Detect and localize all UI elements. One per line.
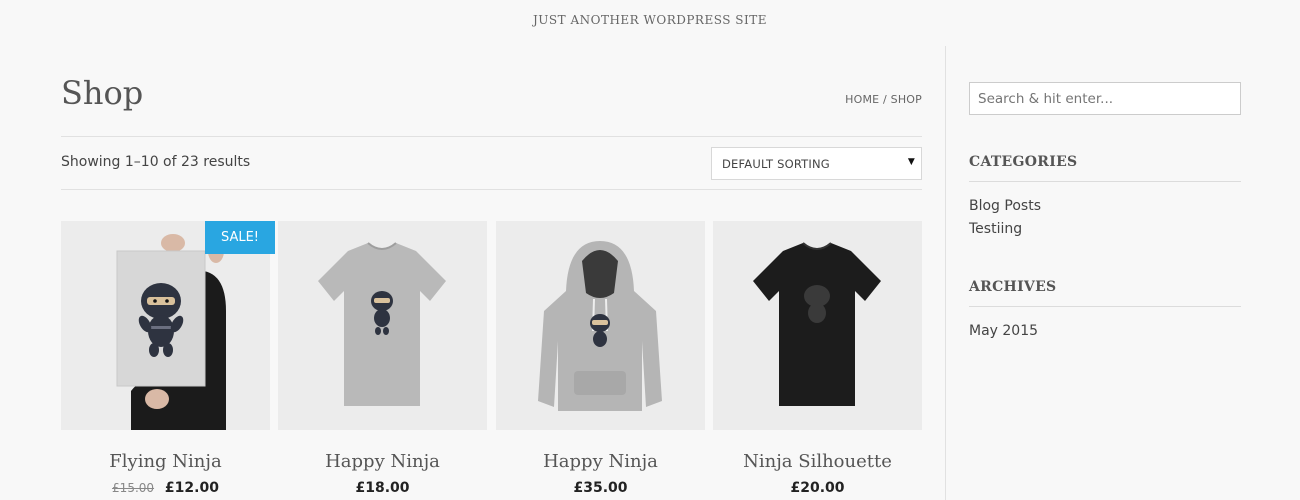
divider-bottom (61, 189, 922, 190)
product-title[interactable]: Happy Ninja (278, 451, 487, 472)
archives-title: ARCHIVES (969, 279, 1057, 295)
breadcrumb-separator: / (883, 93, 887, 106)
product-title[interactable]: Ninja Silhouette (713, 451, 922, 472)
categories-rule (969, 181, 1241, 182)
product-card[interactable]: Happy Ninja £18.00 (278, 221, 487, 496)
product-card[interactable]: SALE! Flying Ninja £15.00 £12.00 (61, 221, 275, 496)
product-sale-price: £12.00 (164, 480, 219, 496)
archive-link-may-2015[interactable]: May 2015 (969, 323, 1038, 339)
grey-tshirt-icon (278, 221, 487, 430)
sidebar: CATEGORIES Blog Posts Testiing ARCHIVES … (969, 0, 1241, 500)
grey-hoodie-icon (496, 221, 705, 430)
sale-badge: SALE! (205, 221, 275, 254)
product-price: £35.00 (573, 480, 628, 496)
main-content: Shop HOME / SHOP Showing 1–10 of 23 resu… (61, 0, 922, 500)
product-title[interactable]: Happy Ninja (496, 451, 705, 472)
sidebar-divider (945, 46, 946, 500)
category-link-testiing[interactable]: Testiing (969, 221, 1022, 237)
breadcrumb: HOME / SHOP (845, 93, 922, 106)
product-image-grey-tshirt[interactable] (278, 221, 487, 430)
product-image-grey-hoodie[interactable] (496, 221, 705, 430)
category-link-blog-posts[interactable]: Blog Posts (969, 198, 1041, 214)
dropdown-arrow-icon: ▼ (907, 157, 915, 167)
sorting-selected-label: DEFAULT SORTING (722, 157, 830, 171)
product-grid: SALE! Flying Ninja £15.00 £12.00 Happy N… (61, 221, 922, 500)
product-price: £18.00 (355, 480, 410, 496)
sorting-select[interactable]: DEFAULT SORTING ▼ (711, 147, 922, 180)
divider-top (61, 136, 922, 137)
result-count: Showing 1–10 of 23 results (61, 154, 251, 170)
product-card[interactable]: Ninja Silhouette £20.00 (713, 221, 922, 496)
black-tshirt-icon (713, 221, 922, 430)
product-old-price: £15.00 (112, 481, 155, 495)
product-price: £20.00 (790, 480, 845, 496)
categories-title: CATEGORIES (969, 154, 1078, 170)
breadcrumb-current: SHOP (890, 93, 922, 106)
archives-rule (969, 306, 1241, 307)
product-card[interactable]: Happy Ninja £35.00 (496, 221, 705, 496)
product-title[interactable]: Flying Ninja (61, 451, 270, 472)
page-title: Shop (61, 74, 144, 112)
breadcrumb-home-link[interactable]: HOME (845, 93, 879, 106)
search-input[interactable] (969, 82, 1241, 115)
product-image-black-tshirt[interactable] (713, 221, 922, 430)
product-price: £15.00 £12.00 (61, 480, 270, 496)
